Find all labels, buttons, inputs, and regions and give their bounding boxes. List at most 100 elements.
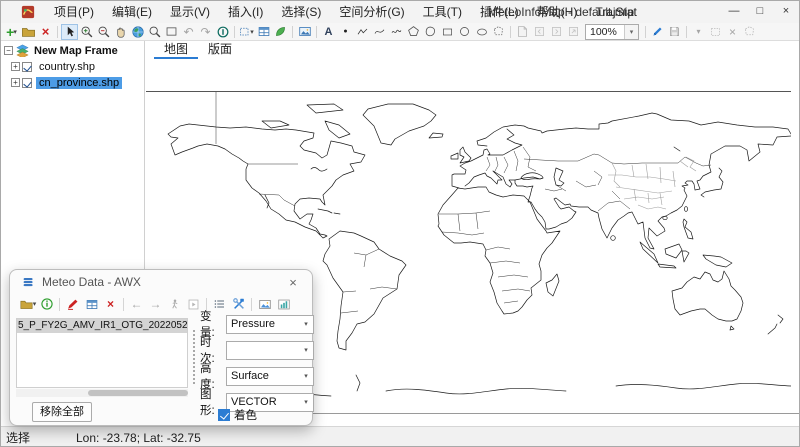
select-by-rectangle-button[interactable]: ▾	[238, 24, 255, 40]
window-title: MeteoInfoMap - default.mip	[451, 5, 671, 19]
chevron-down-icon[interactable]: ▾	[299, 398, 313, 406]
variable-value: Pressure	[227, 318, 299, 330]
zoom-out-button[interactable]	[95, 24, 112, 40]
rect-shape-icon	[441, 26, 454, 38]
next-time-button[interactable]: →	[146, 295, 165, 313]
data-file-list[interactable]: 5_P_FY2G_AMV_IR1_OTG_20220520_0530.AWX	[16, 318, 188, 388]
data-file-item[interactable]: 5_P_FY2G_AMV_IR1_OTG_20220520_0530.AWX	[17, 319, 187, 333]
draw-polyline-button[interactable]	[354, 24, 371, 40]
insert-image-button[interactable]	[296, 24, 313, 40]
menu-selection[interactable]: 选择(S)	[272, 1, 330, 23]
identify-button[interactable]	[214, 24, 231, 40]
data-info-button[interactable]	[37, 295, 56, 313]
edit-tool-button[interactable]	[649, 24, 666, 40]
tab-map[interactable]: 地图	[154, 41, 198, 59]
map-frame-row[interactable]: − New Map Frame	[1, 44, 144, 57]
page-previous-button[interactable]	[531, 24, 548, 40]
list-horizontal-scrollbar[interactable]	[16, 389, 188, 397]
edit-vertices-button[interactable]	[707, 24, 724, 40]
zoom-to-extent-button[interactable]	[163, 24, 180, 40]
minimize-button[interactable]: —	[721, 1, 747, 23]
zoom-in-button[interactable]	[78, 24, 95, 40]
layer-checkbox[interactable]	[22, 78, 32, 88]
draw-rectangle-button[interactable]	[439, 24, 456, 40]
edit-dropdown-button[interactable]: ▾	[690, 24, 707, 40]
draw-curve-button[interactable]	[371, 24, 388, 40]
pan-tool-button[interactable]	[112, 24, 129, 40]
draw-text-button[interactable]: A	[320, 24, 337, 40]
save-edits-button[interactable]	[666, 24, 683, 40]
menu-view[interactable]: 显示(V)	[161, 1, 219, 23]
dialog-close-icon[interactable]: ×	[284, 275, 302, 290]
expand-icon[interactable]: +	[11, 62, 20, 71]
level-select[interactable]: Surface ▾	[226, 367, 314, 386]
chevron-down-icon[interactable]: ▾	[299, 346, 313, 354]
meteo-data-dialog[interactable]: Meteo Data - AWX × ▾ × ← → 5_P_FY2G_AMV_…	[9, 269, 313, 426]
layer-row-country[interactable]: + country.shp	[1, 60, 144, 73]
page-zoom-icon	[567, 25, 580, 38]
variable-select[interactable]: Pressure ▾	[226, 315, 314, 334]
label-button[interactable]	[272, 24, 289, 40]
colored-checkbox[interactable]	[218, 409, 230, 421]
layer-row-cn-province[interactable]: + cn_province.shp	[1, 76, 144, 89]
remove-icon: ×	[107, 297, 114, 311]
layer-checkbox[interactable]	[22, 62, 32, 72]
hand-icon	[114, 25, 127, 39]
page-setup-button[interactable]	[565, 24, 582, 40]
add-layer-button[interactable]: +▾	[3, 24, 20, 40]
page-export-icon	[516, 25, 529, 38]
tab-layout[interactable]: 版面	[198, 41, 242, 59]
delete-feature-button[interactable]: ×	[724, 24, 741, 40]
redo-button[interactable]: ↷	[197, 24, 214, 40]
maximize-button[interactable]: □	[747, 1, 773, 23]
open-data-button[interactable]: ▾	[18, 295, 37, 313]
caret-down-icon: ▾	[250, 28, 254, 36]
remove-data-button[interactable]: ×	[101, 295, 120, 313]
draw-freehand-button[interactable]	[388, 24, 405, 40]
table-icon	[257, 25, 271, 38]
select-by-polygon-button[interactable]	[490, 24, 507, 40]
remove-layer-button[interactable]: ×	[37, 24, 54, 40]
dialog-titlebar[interactable]: Meteo Data - AWX ×	[10, 270, 312, 292]
titlebar: 项目(P) 编辑(E) 显示(V) 插入(I) 选择(S) 空间分析(G) 工具…	[1, 1, 799, 23]
page-next-button[interactable]	[548, 24, 565, 40]
draw-blob-button[interactable]	[422, 24, 439, 40]
scrollbar-thumb[interactable]	[88, 390, 188, 396]
draw-polygon-button[interactable]	[405, 24, 422, 40]
expand-icon[interactable]: +	[11, 78, 20, 87]
export-map-button[interactable]	[514, 24, 531, 40]
open-file-button[interactable]	[20, 24, 37, 40]
draw-point-button[interactable]: ●	[337, 24, 354, 40]
layer-label[interactable]: country.shp	[36, 61, 98, 73]
collapse-icon[interactable]: −	[4, 46, 13, 55]
animate-button[interactable]	[165, 295, 184, 313]
chevron-down-icon[interactable]: ▾	[299, 320, 313, 328]
play-box-icon	[187, 298, 200, 311]
menu-insert[interactable]: 插入(I)	[219, 1, 272, 23]
menu-edit[interactable]: 编辑(E)	[103, 1, 161, 23]
colored-checkbox-row[interactable]: 着色	[218, 407, 257, 423]
draw-ellipse-button[interactable]	[473, 24, 490, 40]
select-tool-button[interactable]	[61, 24, 78, 40]
menu-spatial-analysis[interactable]: 空间分析(G)	[330, 1, 413, 23]
data-table-button[interactable]	[82, 295, 101, 313]
undo-button[interactable]: ↶	[180, 24, 197, 40]
chevron-down-icon[interactable]: ▾	[299, 372, 313, 380]
panel-splitter[interactable]	[193, 330, 195, 384]
map-frame-label: New Map Frame	[34, 45, 118, 57]
close-button[interactable]: ×	[773, 1, 799, 23]
previous-time-button[interactable]: ←	[127, 295, 146, 313]
time-select[interactable]: ▾	[226, 341, 314, 360]
draw-circle-button[interactable]	[456, 24, 473, 40]
zoom-to-layer-button[interactable]	[146, 24, 163, 40]
full-extent-button[interactable]	[129, 24, 146, 40]
attribute-table-button[interactable]	[255, 24, 272, 40]
layer-label-selected[interactable]: cn_province.shp	[36, 77, 122, 89]
remove-all-button[interactable]: 移除全部	[32, 402, 92, 422]
draw-data-button[interactable]	[63, 295, 82, 313]
chevron-down-icon[interactable]: ▾	[624, 25, 638, 39]
zoom-level-combo[interactable]: 100% ▾	[585, 24, 639, 40]
cursor-icon	[64, 25, 76, 38]
menu-project[interactable]: 项目(P)	[45, 1, 103, 23]
reshape-feature-button[interactable]	[741, 24, 758, 40]
